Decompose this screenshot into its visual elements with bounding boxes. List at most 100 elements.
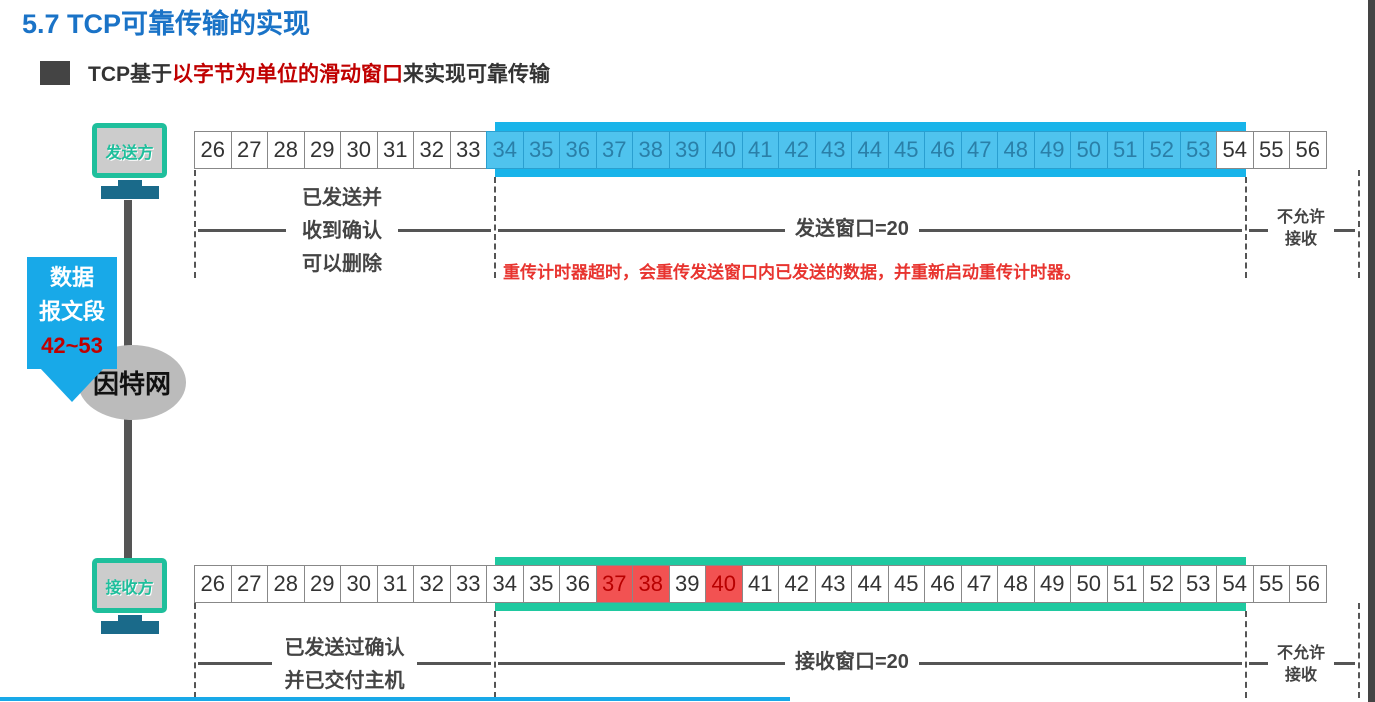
byte-cell-26: 26 bbox=[194, 565, 232, 603]
divider bbox=[194, 603, 196, 698]
segment-box: 数据 报文段 42~53 bbox=[27, 257, 117, 369]
not-allowed-label: 不允许 接收 bbox=[1268, 207, 1334, 251]
byte-cell-34: 34 bbox=[486, 565, 524, 603]
retransmit-note: 重传计时器超时，会重传发送窗口内已发送的数据，并重新启动重传计时器。 bbox=[503, 263, 1081, 282]
byte-cell-45: 45 bbox=[887, 565, 925, 603]
divider bbox=[1245, 611, 1247, 698]
label-line: 可以删除 bbox=[302, 253, 382, 275]
subtitle-highlight: 以字节为单位的滑动窗口 bbox=[172, 63, 403, 86]
label-line: 已发送过确认 bbox=[284, 637, 405, 659]
byte-cell-44: 44 bbox=[851, 565, 889, 603]
byte-cell-51: 51 bbox=[1106, 131, 1144, 169]
byte-cell-56: 56 bbox=[1289, 565, 1327, 603]
label-line: 已发送并 bbox=[302, 187, 382, 209]
byte-cell-32: 32 bbox=[413, 565, 451, 603]
byte-cell-27: 27 bbox=[230, 565, 268, 603]
byte-cell-30: 30 bbox=[340, 565, 378, 603]
byte-cell-39: 39 bbox=[668, 565, 706, 603]
sender-base bbox=[101, 186, 159, 199]
divider bbox=[194, 170, 196, 278]
byte-cell-30: 30 bbox=[340, 131, 378, 169]
byte-cell-45: 45 bbox=[887, 131, 925, 169]
byte-cell-49: 49 bbox=[1033, 131, 1071, 169]
byte-cell-33: 33 bbox=[449, 565, 487, 603]
label-line: 接收 bbox=[1284, 231, 1317, 248]
byte-cell-50: 50 bbox=[1070, 565, 1108, 603]
window-edge bbox=[1368, 0, 1375, 702]
progress-line bbox=[0, 697, 790, 701]
acked-label: 已发送并 收到确认 可以删除 bbox=[286, 182, 398, 281]
byte-cell-43: 43 bbox=[814, 565, 852, 603]
byte-cell-34: 34 bbox=[486, 131, 524, 169]
byte-cell-54: 54 bbox=[1216, 565, 1254, 603]
label-line: 不允许 bbox=[1276, 645, 1325, 662]
sender-byte-row: 26 27 28 29 30 31 32 33 34 35 36 37 38 39 40 41 42 43 44 45… bbox=[194, 131, 1327, 169]
byte-cell-38: 38 bbox=[632, 565, 670, 603]
bullet-square-icon bbox=[40, 61, 70, 85]
byte-cell-29: 29 bbox=[303, 131, 341, 169]
byte-cell-55: 55 bbox=[1252, 565, 1290, 603]
byte-cell-53: 53 bbox=[1179, 565, 1217, 603]
byte-cell-52: 52 bbox=[1143, 131, 1181, 169]
not-allowed-label: 不允许 接收 bbox=[1268, 643, 1334, 687]
divider bbox=[1358, 603, 1360, 698]
segment-line2: 报文段 bbox=[38, 299, 105, 324]
byte-cell-35: 35 bbox=[522, 131, 560, 169]
slide-subtitle: TCP基于 以字节为单位的滑动窗口 来实现可靠传输 bbox=[40, 58, 550, 88]
send-window-label: 发送窗口=20 bbox=[785, 213, 919, 246]
byte-cell-26: 26 bbox=[194, 131, 232, 169]
byte-cell-31: 31 bbox=[376, 131, 414, 169]
byte-cell-54: 54 bbox=[1216, 131, 1254, 169]
byte-cell-35: 35 bbox=[522, 565, 560, 603]
internet-label: 因特网 bbox=[92, 369, 171, 399]
byte-cell-36: 36 bbox=[559, 565, 597, 603]
label-line: 并已交付主机 bbox=[284, 670, 405, 692]
byte-cell-29: 29 bbox=[303, 565, 341, 603]
segment-line1: 数据 bbox=[49, 265, 94, 290]
byte-cell-27: 27 bbox=[230, 131, 268, 169]
divider bbox=[494, 611, 496, 698]
byte-cell-44: 44 bbox=[851, 131, 889, 169]
byte-cell-46: 46 bbox=[924, 131, 962, 169]
subtitle-pre: TCP基于 bbox=[88, 63, 172, 86]
byte-cell-53: 53 bbox=[1179, 131, 1217, 169]
byte-cell-39: 39 bbox=[668, 131, 706, 169]
label-line: 不允许 bbox=[1276, 209, 1325, 226]
receiver-base bbox=[101, 621, 159, 634]
byte-cell-32: 32 bbox=[413, 131, 451, 169]
receiver-host: 接收方 bbox=[92, 558, 167, 613]
byte-cell-31: 31 bbox=[376, 565, 414, 603]
byte-cell-52: 52 bbox=[1143, 565, 1181, 603]
sender-host: 发送方 bbox=[92, 123, 167, 178]
byte-cell-42: 42 bbox=[778, 131, 816, 169]
byte-cell-37: 37 bbox=[595, 565, 633, 603]
slide-title: 5.7 TCP可靠传输的实现 bbox=[22, 9, 311, 39]
receiver-byte-row: 26 27 28 29 30 31 32 33 34 35 36 37 38 39 40 41 42 43 44 45… bbox=[194, 565, 1327, 603]
segment-range: 42~53 bbox=[41, 333, 103, 358]
delivered-label: 已发送过确认 并已交付主机 bbox=[272, 632, 417, 698]
byte-cell-48: 48 bbox=[997, 565, 1035, 603]
byte-cell-49: 49 bbox=[1033, 565, 1071, 603]
divider bbox=[1358, 170, 1360, 278]
receive-window-label: 接收窗口=20 bbox=[785, 646, 919, 679]
byte-cell-38: 38 bbox=[632, 131, 670, 169]
label-line: 接收 bbox=[1284, 667, 1317, 684]
byte-cell-40: 40 bbox=[705, 565, 743, 603]
byte-cell-47: 47 bbox=[960, 131, 998, 169]
down-arrow-icon bbox=[40, 368, 104, 402]
byte-cell-43: 43 bbox=[814, 131, 852, 169]
byte-cell-50: 50 bbox=[1070, 131, 1108, 169]
byte-cell-33: 33 bbox=[449, 131, 487, 169]
byte-cell-46: 46 bbox=[924, 565, 962, 603]
byte-cell-36: 36 bbox=[559, 131, 597, 169]
byte-cell-41: 41 bbox=[741, 565, 779, 603]
byte-cell-41: 41 bbox=[741, 131, 779, 169]
byte-cell-56: 56 bbox=[1289, 131, 1327, 169]
subtitle-post: 来实现可靠传输 bbox=[403, 63, 550, 86]
byte-cell-40: 40 bbox=[705, 131, 743, 169]
byte-cell-48: 48 bbox=[997, 131, 1035, 169]
byte-cell-28: 28 bbox=[267, 131, 305, 169]
byte-cell-55: 55 bbox=[1252, 131, 1290, 169]
byte-cell-28: 28 bbox=[267, 565, 305, 603]
byte-cell-42: 42 bbox=[778, 565, 816, 603]
